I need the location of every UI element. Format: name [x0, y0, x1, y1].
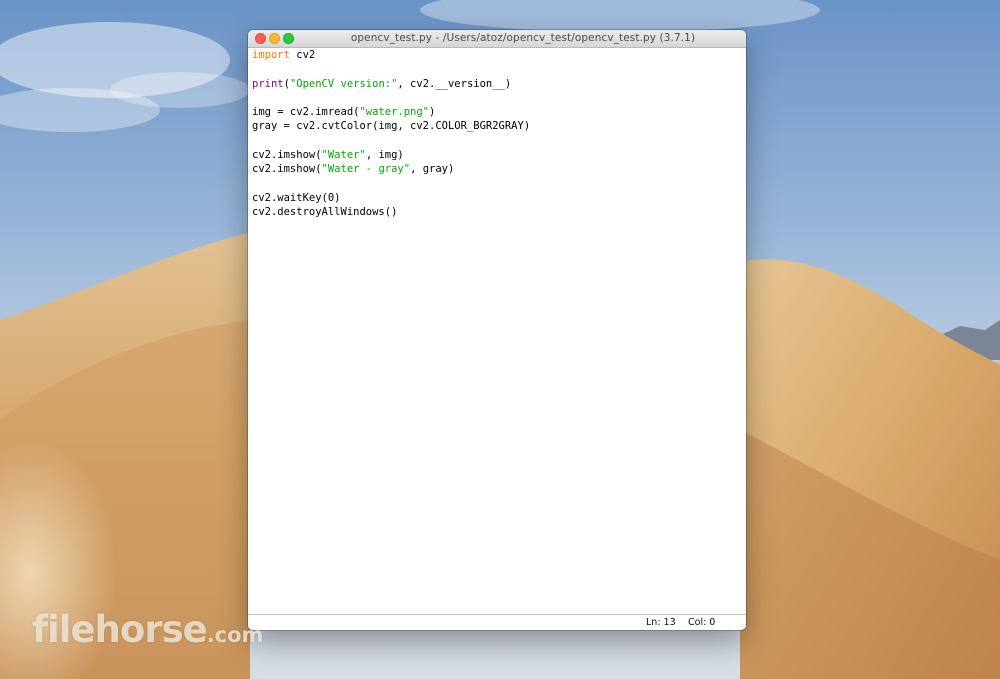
minimize-window-button[interactable] — [269, 33, 280, 44]
code-token: , gray) — [410, 163, 455, 176]
code-line[interactable] — [252, 177, 530, 191]
code-token: cv2.waitKey(0) — [252, 191, 341, 204]
code-token: cv2.imshow( — [252, 149, 322, 162]
code-content[interactable]: import cv2 print("OpenCV version:", cv2.… — [252, 48, 530, 220]
status-line-number: Ln: 13 — [646, 617, 676, 628]
code-token: img = cv2.imread( — [252, 106, 360, 119]
code-token: cv2 — [289, 49, 316, 61]
filehorse-watermark-logo: filehorse.com — [32, 608, 263, 651]
code-editor-area[interactable]: import cv2 print("OpenCV version:", cv2.… — [248, 48, 746, 614]
code-line[interactable] — [252, 134, 530, 148]
watermark-brand: filehorse — [32, 608, 208, 651]
code-token: import — [252, 49, 290, 61]
code-token: print — [252, 77, 284, 90]
status-bar: Ln: 13 Col: 0 — [248, 614, 746, 630]
code-token: "Water" — [321, 149, 366, 162]
code-token: gray = cv2.cvtColor(img, cv2.COLOR_BGR2G… — [252, 120, 531, 133]
code-line[interactable]: cv2.destroyAllWindows() — [252, 205, 530, 219]
code-token: cv2.imshow( — [252, 163, 322, 176]
code-token: , cv2.__version__) — [397, 77, 512, 90]
status-column-number: Col: 0 — [688, 617, 716, 628]
close-window-button[interactable] — [255, 33, 266, 44]
window-titlebar[interactable]: opencv_test.py - /Users/atoz/opencv_test… — [248, 30, 746, 48]
code-line[interactable]: img = cv2.imread("water.png") — [252, 105, 530, 119]
code-line[interactable] — [252, 62, 530, 76]
code-line[interactable] — [252, 91, 530, 105]
code-line[interactable]: gray = cv2.cvtColor(img, cv2.COLOR_BGR2G… — [252, 119, 530, 133]
code-token: "water.png" — [359, 106, 430, 119]
code-token: "Water - gray" — [321, 163, 411, 176]
code-token: ) — [429, 106, 436, 119]
code-token: "OpenCV version:" — [289, 77, 398, 90]
code-line[interactable]: import cv2 — [252, 48, 530, 62]
code-line[interactable]: print("OpenCV version:", cv2.__version__… — [252, 77, 530, 91]
zoom-window-button[interactable] — [283, 33, 294, 44]
code-line[interactable]: cv2.waitKey(0) — [252, 191, 530, 205]
window-title: opencv_test.py - /Users/atoz/opencv_test… — [350, 32, 696, 44]
code-token: , img) — [365, 149, 404, 162]
watermark-suffix: .com — [206, 623, 264, 647]
idle-editor-window[interactable]: opencv_test.py - /Users/atoz/opencv_test… — [248, 30, 746, 630]
code-token: cv2.destroyAllWindows() — [252, 206, 398, 219]
code-line[interactable]: cv2.imshow("Water", img) — [252, 148, 530, 162]
code-line[interactable]: cv2.imshow("Water - gray", gray) — [252, 162, 530, 176]
